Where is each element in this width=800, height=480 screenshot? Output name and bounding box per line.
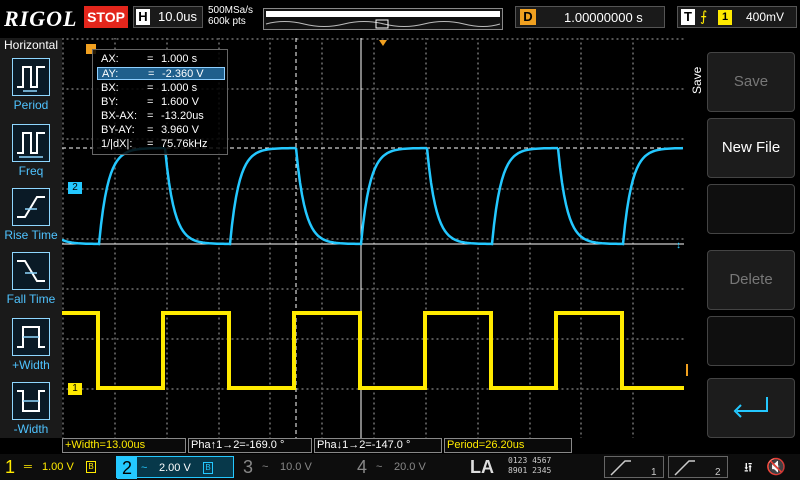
- measurement-pos-width[interactable]: +Width=13.00us: [62, 438, 186, 453]
- fall-time-icon: [12, 252, 50, 290]
- rising-edge-icon: ⨍: [700, 8, 708, 24]
- acquisition-info: 500MSa/s 600k pts: [208, 5, 253, 27]
- measurement-phase-fall[interactable]: Pha↓1→2=-147.0 °: [314, 438, 442, 453]
- cursor-row-ay: AY: = -2.360 V: [97, 67, 225, 80]
- measure-rise-time-label: Rise Time: [4, 228, 58, 242]
- measure-category-title: Horizontal: [3, 38, 59, 52]
- measure-menu: Horizontal Period Freq Rise Time Fall Ti…: [0, 38, 62, 438]
- dc-coupling-icon: ═: [24, 461, 32, 473]
- delete-button[interactable]: Delete: [707, 250, 795, 310]
- timebase-box[interactable]: H 10.0us: [133, 6, 203, 28]
- pos-width-icon: [12, 318, 50, 356]
- trigger-level: 400mV: [746, 10, 785, 24]
- delay-tag: D: [520, 9, 536, 25]
- logic-analyzer-label[interactable]: LA: [470, 457, 494, 478]
- channel-4-status[interactable]: 4 ~ 20.0 V: [352, 456, 464, 478]
- save-button[interactable]: Save: [707, 52, 795, 112]
- svg-text:1: 1: [651, 467, 657, 478]
- measure-fall-time-button[interactable]: Fall Time: [0, 252, 62, 314]
- channel-1-status[interactable]: 1 ═ 1.00 V B: [0, 456, 112, 478]
- return-arrow-icon: [733, 397, 768, 418]
- measure-fall-time-label: Fall Time: [6, 292, 56, 306]
- cursor-row-ax: AX: = 1.000 s: [101, 53, 198, 65]
- measure-pos-width-label: +Width: [12, 358, 50, 372]
- svg-text:2: 2: [715, 467, 721, 478]
- delay-value: 1.00000000 s: [564, 10, 643, 25]
- measure-neg-width-button[interactable]: -Width: [0, 382, 62, 444]
- blank-softkey[interactable]: [707, 184, 795, 234]
- freq-icon: [12, 124, 50, 162]
- measure-period-label: Period: [13, 98, 49, 112]
- top-status-bar: RIGOL STOP H 10.0us 500MSa/s 600k pts D …: [0, 0, 800, 38]
- cursor-marker-icon: ↕: [676, 240, 681, 251]
- trigger-box[interactable]: T ⨍ 1 400mV: [677, 6, 797, 28]
- decoder-1-box[interactable]: 1: [604, 456, 664, 478]
- trigger-position-marker: [379, 40, 387, 46]
- cursor-row-by-ay: BY-AY: = 3.960 V: [101, 124, 199, 136]
- channel-3-status[interactable]: 3 ~ 10.0 V: [238, 456, 348, 478]
- measure-period-button[interactable]: Period: [0, 58, 62, 120]
- return-button[interactable]: [707, 378, 795, 438]
- brand-logo: RIGOL: [4, 6, 78, 31]
- decode-wave-icon: 1: [610, 460, 657, 478]
- measure-pos-width-button[interactable]: +Width: [0, 318, 62, 380]
- decoder-2-box[interactable]: 2: [668, 456, 728, 478]
- measure-neg-width-label: -Width: [13, 422, 49, 436]
- timebase-value: 10.0us: [158, 9, 198, 24]
- measurement-period[interactable]: Period=26.20us: [444, 438, 572, 453]
- period-icon: [12, 58, 50, 96]
- digital-channel-map[interactable]: 0123 4567 8901 2345: [508, 456, 598, 478]
- memory-depth: 600k pts: [208, 16, 246, 27]
- measurement-phase-rise[interactable]: Pha↑1→2=-169.0 °: [188, 438, 312, 453]
- measure-rise-time-button[interactable]: Rise Time: [0, 188, 62, 250]
- run-stop-indicator[interactable]: STOP: [84, 6, 128, 28]
- channel-2-status[interactable]: 2 ~ 2.00 V B: [116, 456, 234, 479]
- usb-icon: ⭿: [744, 460, 753, 475]
- channel-1-offset-marker[interactable]: 1: [68, 383, 82, 395]
- channel-status-bar: 1 ═ 1.00 V B 2 ~ 2.00 V B 3 ~ 10.0 V 4 ~…: [0, 454, 800, 480]
- ac-coupling-icon: ~: [262, 461, 269, 473]
- new-file-button[interactable]: New File: [707, 118, 795, 178]
- trigger-source: 1: [718, 10, 732, 25]
- memory-overview-bar: [263, 8, 503, 30]
- ac-coupling-icon: ~: [376, 461, 383, 473]
- sample-rate: 500MSa/s: [208, 5, 254, 16]
- cursor-row-bx-ax: BX-AX: = -13.20us: [101, 110, 204, 122]
- delay-box[interactable]: D 1.00000000 s: [515, 6, 665, 28]
- decode-wave-icon: 2: [674, 460, 721, 478]
- cursor-row-by: BY: = 1.600 V: [101, 96, 199, 108]
- measurement-results-bar: +Width=13.00us Pha↑1→2=-169.0 ° Pha↓1→2=…: [62, 438, 684, 454]
- cursor-readout-panel: AX: = 1.000 s AY: = -2.360 V BX: = 1.000 s BY:…: [92, 49, 228, 155]
- menu-title: Save: [690, 66, 704, 94]
- bandwidth-limit-icon: B: [203, 462, 213, 474]
- channel-2-waveform: [62, 146, 684, 246]
- measure-freq-button[interactable]: Freq: [0, 124, 62, 186]
- trigger-tag: T: [681, 9, 695, 25]
- ac-coupling-icon: ~: [141, 462, 148, 474]
- blank-softkey-2[interactable]: [707, 316, 795, 366]
- timebase-tag: H: [136, 9, 150, 25]
- bandwidth-limit-icon: B: [86, 461, 96, 473]
- speaker-muted-icon[interactable]: 🔇: [766, 457, 786, 477]
- rise-time-icon: [12, 188, 50, 226]
- memory-waveform-preview: [265, 19, 501, 29]
- neg-width-icon: [12, 382, 50, 420]
- cursor-row-inv-dx: 1/|dX|: = 75.76kHz: [101, 138, 208, 150]
- cursor-row-bx: BX: = 1.000 s: [101, 82, 198, 94]
- measure-freq-label: Freq: [18, 164, 44, 178]
- channel-2-offset-marker[interactable]: 2: [68, 182, 82, 194]
